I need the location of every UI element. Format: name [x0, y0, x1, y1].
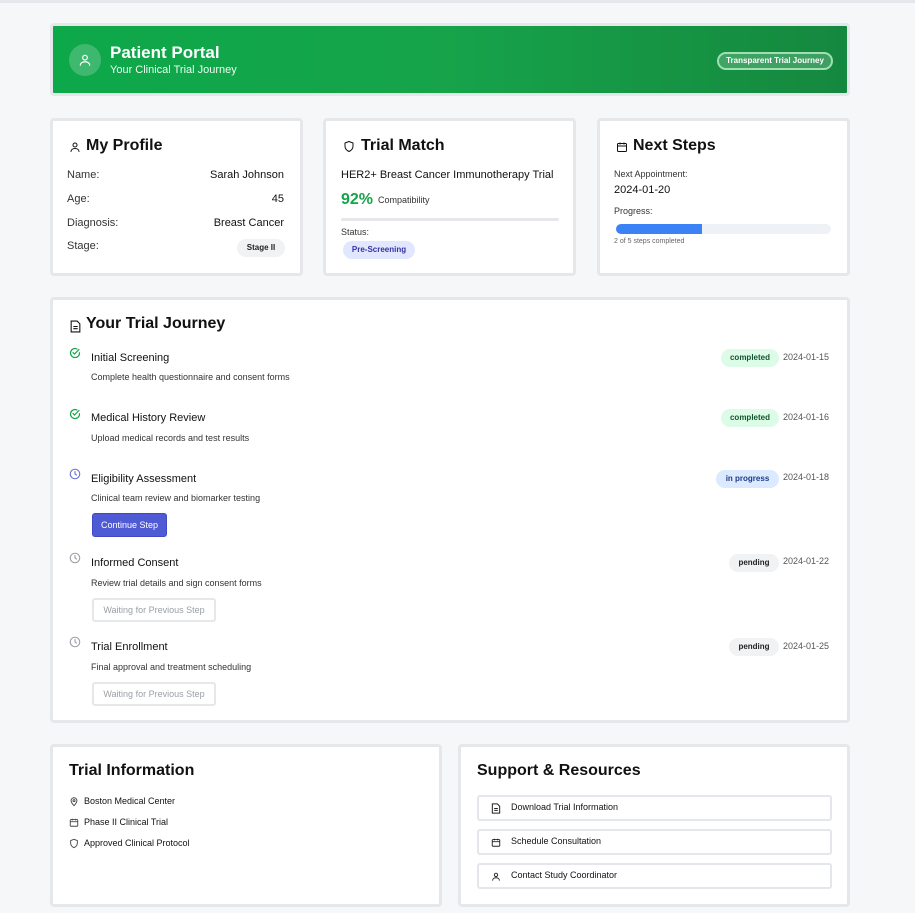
calendar-icon: [69, 818, 79, 827]
user-icon: [69, 44, 101, 76]
step-status-badge: completed: [721, 349, 779, 367]
profile-card: My Profile Name: Sarah Johnson Age: 45 D…: [50, 118, 303, 276]
support-title: Support & Resources: [477, 762, 641, 779]
page-subtitle: Your Clinical Trial Journey: [110, 64, 237, 76]
user-icon: [70, 142, 80, 152]
appointment-label: Next Appointment:: [614, 169, 688, 179]
step-description: Review trial details and sign consent fo…: [91, 578, 262, 588]
progress-bar: [616, 224, 831, 234]
next-steps-title: Next Steps: [633, 137, 716, 154]
profile-label: Diagnosis:: [67, 217, 119, 229]
profile-value: Sarah Johnson: [210, 169, 284, 181]
compatibility-label: Compatibility: [378, 195, 430, 205]
profile-value: Breast Cancer: [213, 217, 284, 229]
step-status-badge: in progress: [716, 470, 779, 488]
next-steps-card: Next Steps Next Appointment: 2024-01-20 …: [597, 118, 850, 276]
info-text: Approved Clinical Protocol: [84, 838, 190, 848]
contact-coordinator-button[interactable]: Contact Study Coordinator: [477, 863, 832, 889]
info-text: Phase II Clinical Trial: [84, 817, 169, 827]
appointment-date: 2024-01-20: [614, 184, 671, 196]
button-label: Contact Study Coordinator: [511, 870, 618, 880]
check-circle-icon: [69, 347, 81, 359]
progress-label: Progress:: [614, 206, 653, 216]
step-date: 2024-01-18: [783, 472, 830, 482]
top-divider: [0, 0, 915, 3]
waiting-button[interactable]: Waiting for Previous Step: [92, 682, 216, 706]
trial-info-title: Trial Information: [69, 762, 195, 779]
status-label: Status:: [341, 227, 370, 237]
profile-label: Name:: [67, 169, 100, 181]
user-icon: [492, 872, 500, 881]
clock-icon: [69, 552, 81, 564]
continue-step-button[interactable]: Continue Step: [92, 513, 167, 537]
download-trial-info-button[interactable]: Download Trial Information: [477, 795, 832, 821]
status-badge: Pre-Screening: [343, 241, 415, 259]
step-status-badge: pending: [729, 638, 779, 656]
page-title: Patient Portal: [110, 43, 220, 62]
shield-icon: [344, 141, 354, 152]
journey-title: Your Trial Journey: [86, 315, 226, 332]
step-status-badge: completed: [721, 409, 779, 427]
button-label: Download Trial Information: [511, 802, 619, 812]
step-status-badge: pending: [729, 554, 779, 572]
document-icon: [70, 320, 81, 333]
schedule-consultation-button[interactable]: Schedule Consultation: [477, 829, 832, 855]
profile-label: Age:: [67, 193, 90, 205]
step-date: 2024-01-15: [783, 352, 830, 362]
step-description: Clinical team review and biomarker testi…: [91, 493, 261, 503]
map-pin-icon: [70, 797, 78, 807]
compatibility-percent: 92%: [341, 191, 374, 208]
stage-badge: Stage II: [237, 239, 285, 257]
step-description: Complete health questionnaire and consen…: [91, 372, 290, 382]
step-date: 2024-01-22: [783, 556, 830, 566]
portal-header: Patient Portal Your Clinical Trial Journ…: [50, 23, 850, 96]
button-label: Schedule Consultation: [511, 836, 602, 846]
support-card: Support & Resources Download Trial Infor…: [458, 744, 850, 907]
trial-journey-card: Your Trial Journey Initial Screening Com…: [50, 297, 850, 723]
step-title: Informed Consent: [91, 557, 179, 569]
info-text: Boston Medical Center: [84, 796, 176, 806]
step-description: Final approval and treatment scheduling: [91, 662, 252, 672]
step-title: Medical History Review: [91, 412, 206, 424]
trial-name: HER2+ Breast Cancer Immunotherapy Trial: [341, 169, 554, 181]
trial-match-title: Trial Match: [361, 137, 445, 154]
step-title: Trial Enrollment: [91, 641, 168, 653]
compatibility-bar-fill: [341, 218, 542, 221]
shield-icon: [70, 838, 78, 849]
step-date: 2024-01-16: [783, 412, 830, 422]
profile-title: My Profile: [86, 137, 163, 154]
check-circle-icon: [69, 408, 81, 420]
profile-label: Stage:: [67, 240, 99, 252]
compatibility-bar: [341, 218, 559, 221]
document-icon: [491, 803, 501, 814]
clock-icon: [69, 636, 81, 648]
step-title: Initial Screening: [91, 352, 170, 364]
progress-bar-fill: [616, 224, 702, 234]
trial-info-card: Trial Information Boston Medical Center …: [50, 744, 442, 907]
step-description: Upload medical records and test results: [91, 433, 250, 443]
step-title: Eligibility Assessment: [91, 473, 197, 485]
calendar-icon: [491, 838, 501, 847]
progress-text: 2 of 5 steps completed: [614, 238, 685, 245]
waiting-button[interactable]: Waiting for Previous Step: [92, 598, 216, 622]
trial-match-card: Trial Match HER2+ Breast Cancer Immunoth…: [323, 118, 576, 276]
step-date: 2024-01-25: [783, 641, 830, 651]
header-badge: Transparent Trial Journey: [717, 52, 833, 70]
clock-icon: [69, 468, 81, 480]
calendar-icon: [617, 142, 627, 152]
profile-value: 45: [271, 193, 284, 205]
